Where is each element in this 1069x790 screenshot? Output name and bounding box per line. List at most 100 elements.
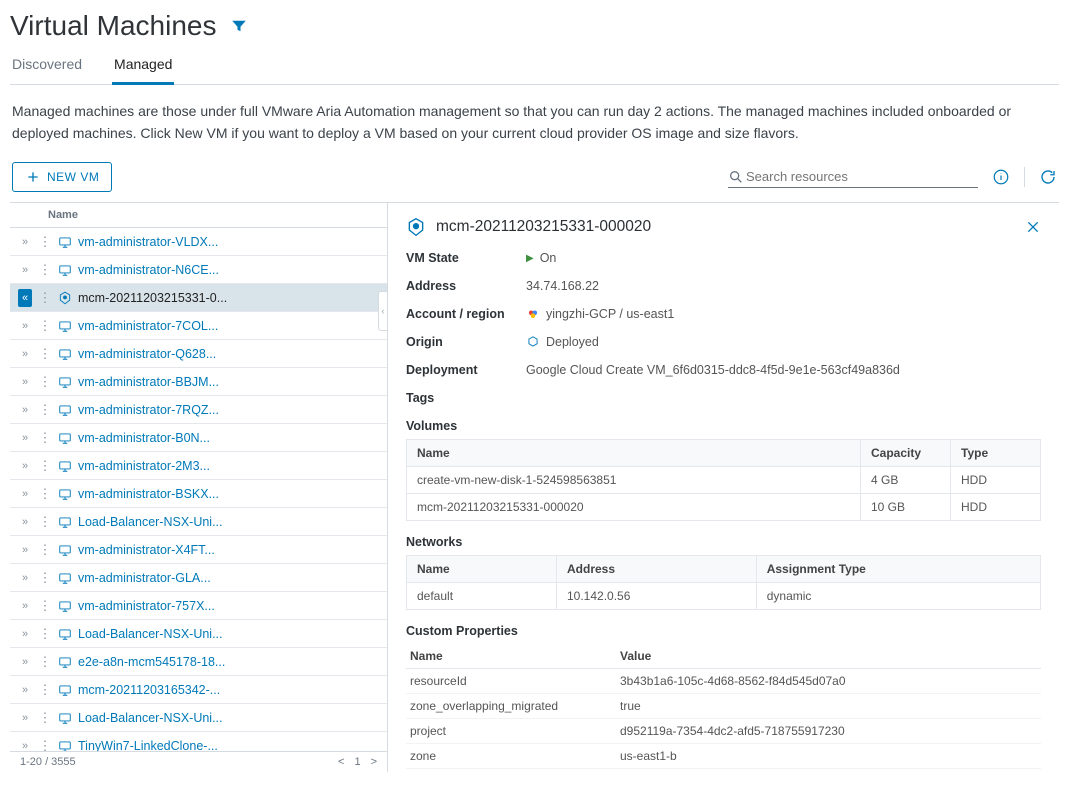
table-row[interactable]: » ⋮ Load-Balancer-NSX-Uni...	[10, 704, 387, 732]
search-input[interactable]	[744, 168, 978, 185]
filter-icon[interactable]	[230, 17, 248, 35]
table-row[interactable]: » ⋮ vm-administrator-BBJM...	[10, 368, 387, 396]
expand-chevron-icon[interactable]: »	[18, 628, 32, 640]
row-actions-icon[interactable]: ⋮	[38, 682, 52, 698]
detail-pane: mcm-20211203215331-000020 VM State ▶On A…	[388, 203, 1059, 772]
table-row[interactable]: » ⋮ vm-administrator-Q628...	[10, 340, 387, 368]
row-actions-icon[interactable]: ⋮	[38, 346, 52, 362]
expand-chevron-icon[interactable]: »	[18, 600, 32, 612]
row-actions-icon[interactable]: ⋮	[38, 738, 52, 752]
deployed-icon	[526, 335, 540, 349]
pager-prev[interactable]: <	[338, 756, 344, 768]
row-actions-icon[interactable]: ⋮	[38, 458, 52, 474]
field-address: Address 34.74.168.22	[406, 279, 1041, 293]
row-actions-icon[interactable]: ⋮	[38, 262, 52, 278]
table-row[interactable]: » ⋮ vm-administrator-GLA...	[10, 564, 387, 592]
expand-chevron-icon[interactable]: »	[18, 460, 32, 472]
expand-chevron-icon[interactable]: »	[18, 684, 32, 696]
vm-name-link[interactable]: vm-administrator-B0N...	[78, 431, 210, 445]
state-on-icon: ▶	[526, 253, 534, 264]
vm-name-link[interactable]: e2e-a8n-mcm545178-18...	[78, 655, 225, 669]
row-actions-icon[interactable]: ⋮	[38, 486, 52, 502]
table-row: default10.142.0.56dynamic	[407, 583, 1041, 610]
table-row[interactable]: » ⋮ vm-administrator-757X...	[10, 592, 387, 620]
info-icon[interactable]	[992, 168, 1010, 186]
vm-name-link[interactable]: vm-administrator-VLDX...	[78, 235, 218, 249]
vm-name-link[interactable]: vm-administrator-7RQZ...	[78, 403, 219, 417]
vm-name-link[interactable]: vm-administrator-Q628...	[78, 347, 216, 361]
table-row[interactable]: » ⋮ vm-administrator-7RQZ...	[10, 396, 387, 424]
vm-name-link[interactable]: Load-Balancer-NSX-Uni...	[78, 711, 223, 725]
vm-name-link[interactable]: vm-administrator-7COL...	[78, 319, 218, 333]
row-actions-icon[interactable]: ⋮	[38, 234, 52, 250]
vm-name-link[interactable]: Load-Balancer-NSX-Uni...	[78, 627, 223, 641]
vm-name-link[interactable]: vm-administrator-X4FT...	[78, 543, 215, 557]
table-row[interactable]: » ⋮ Load-Balancer-NSX-Uni...	[10, 620, 387, 648]
row-actions-icon[interactable]: ⋮	[38, 570, 52, 586]
expand-chevron-icon[interactable]: »	[18, 376, 32, 388]
expand-chevron-icon[interactable]: »	[18, 348, 32, 360]
expand-chevron-icon[interactable]: »	[18, 264, 32, 276]
expand-chevron-icon[interactable]: «	[18, 289, 32, 307]
table-row[interactable]: » ⋮ vm-administrator-X4FT...	[10, 536, 387, 564]
table-row[interactable]: » ⋮ Load-Balancer-NSX-Uni...	[10, 508, 387, 536]
tab-discovered[interactable]: Discovered	[10, 48, 84, 84]
expand-chevron-icon[interactable]: »	[18, 656, 32, 668]
row-actions-icon[interactable]: ⋮	[38, 290, 52, 306]
refresh-icon[interactable]	[1039, 168, 1057, 186]
vm-name-link[interactable]: vm-administrator-2M3...	[78, 459, 210, 473]
pager-next[interactable]: >	[371, 756, 377, 768]
table-row[interactable]: » ⋮ vm-administrator-B0N...	[10, 424, 387, 452]
row-actions-icon[interactable]: ⋮	[38, 710, 52, 726]
row-actions-icon[interactable]: ⋮	[38, 514, 52, 530]
table-row[interactable]: » ⋮ mcm-20211203165342-...	[10, 676, 387, 704]
search-box[interactable]	[728, 166, 978, 188]
vm-icon	[58, 683, 72, 697]
expand-chevron-icon[interactable]: »	[18, 712, 32, 724]
close-icon[interactable]	[1025, 219, 1041, 235]
table-row[interactable]: « ⋮ mcm-20211203215331-0...	[10, 284, 387, 312]
row-actions-icon[interactable]: ⋮	[38, 430, 52, 446]
volumes-heading: Volumes	[406, 419, 1041, 433]
vm-name-link[interactable]: vm-administrator-BSKX...	[78, 487, 219, 501]
row-actions-icon[interactable]: ⋮	[38, 654, 52, 670]
table-row[interactable]: » ⋮ e2e-a8n-mcm545178-18...	[10, 648, 387, 676]
vm-name-link[interactable]: TinyWin7-LinkedClone-...	[78, 739, 218, 752]
row-actions-icon[interactable]: ⋮	[38, 598, 52, 614]
vm-name-link[interactable]: vm-administrator-N6CE...	[78, 263, 219, 277]
detail-title: mcm-20211203215331-000020	[436, 218, 651, 236]
expand-chevron-icon[interactable]: »	[18, 572, 32, 584]
vm-name-link[interactable]: mcm-20211203215331-0...	[78, 291, 227, 305]
table-row: zone_overlapping_migratedtrue	[406, 694, 1041, 719]
vm-name-link[interactable]: vm-administrator-BBJM...	[78, 375, 219, 389]
row-actions-icon[interactable]: ⋮	[38, 374, 52, 390]
row-actions-icon[interactable]: ⋮	[38, 542, 52, 558]
vm-name-link[interactable]: mcm-20211203165342-...	[78, 683, 220, 697]
vm-name-link[interactable]: Load-Balancer-NSX-Uni...	[78, 515, 223, 529]
expand-chevron-icon[interactable]: »	[18, 544, 32, 556]
expand-chevron-icon[interactable]: »	[18, 488, 32, 500]
expand-chevron-icon[interactable]: »	[18, 516, 32, 528]
expand-chevron-icon[interactable]: »	[18, 740, 32, 752]
table-row[interactable]: » ⋮ vm-administrator-VLDX...	[10, 228, 387, 256]
table-row[interactable]: » ⋮ vm-administrator-N6CE...	[10, 256, 387, 284]
row-actions-icon[interactable]: ⋮	[38, 402, 52, 418]
gcp-icon	[526, 307, 540, 321]
expand-chevron-icon[interactable]: »	[18, 432, 32, 444]
vm-name-link[interactable]: vm-administrator-GLA...	[78, 571, 211, 585]
table-row[interactable]: » ⋮ vm-administrator-BSKX...	[10, 480, 387, 508]
vm-name-link[interactable]: vm-administrator-757X...	[78, 599, 215, 613]
tab-managed[interactable]: Managed	[112, 48, 174, 85]
hex-icon	[58, 291, 72, 305]
table-row[interactable]: » ⋮ vm-administrator-7COL...	[10, 312, 387, 340]
collapse-handle[interactable]: ‹	[378, 291, 388, 331]
row-actions-icon[interactable]: ⋮	[38, 318, 52, 334]
table-row[interactable]: » ⋮ vm-administrator-2M3...	[10, 452, 387, 480]
expand-chevron-icon[interactable]: »	[18, 404, 32, 416]
new-vm-button[interactable]: NEW VM	[12, 162, 112, 192]
expand-chevron-icon[interactable]: »	[18, 236, 32, 248]
expand-chevron-icon[interactable]: »	[18, 320, 32, 332]
row-actions-icon[interactable]: ⋮	[38, 626, 52, 642]
table-row[interactable]: » ⋮ TinyWin7-LinkedClone-...	[10, 732, 387, 751]
vm-list[interactable]: » ⋮ vm-administrator-VLDX... » ⋮ vm-administr…	[10, 228, 387, 751]
